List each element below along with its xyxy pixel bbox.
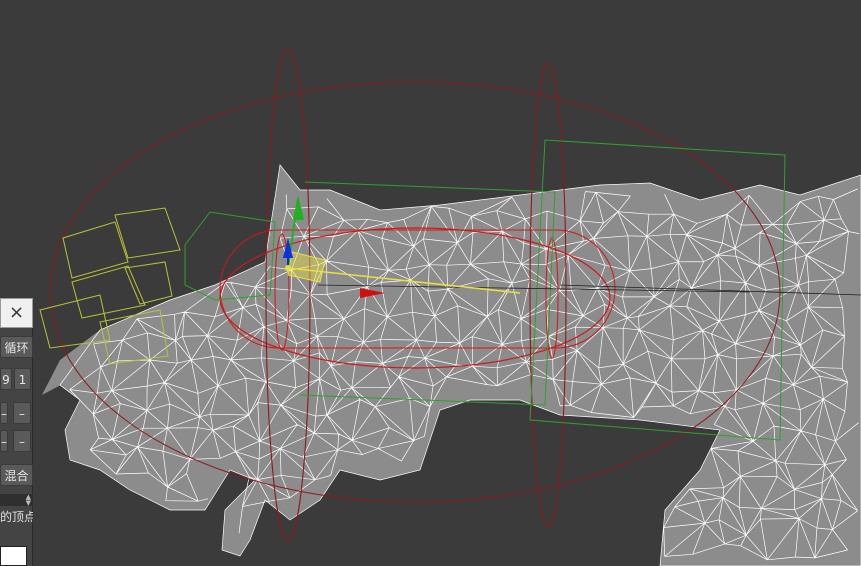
close-glyph: × — [8, 302, 25, 323]
viewport-3d[interactable] — [0, 0, 861, 566]
close-icon[interactable]: × — [0, 298, 33, 328]
blend-button[interactable]: 混合 — [0, 464, 33, 486]
minus-button-b2[interactable]: – — [13, 430, 31, 452]
finger-box-4[interactable] — [124, 261, 173, 305]
loop-button[interactable]: 循环 — [0, 336, 33, 358]
finger-box-1[interactable] — [62, 221, 129, 279]
minus-button-a2[interactable]: – — [13, 402, 31, 424]
spinner-value-b[interactable]: 1 — [14, 368, 31, 390]
spinner-value-a[interactable]: 9 — [0, 368, 12, 390]
minus-button-b1[interactable]: – — [0, 430, 8, 452]
gizmo-center[interactable] — [285, 265, 291, 271]
color-swatch[interactable] — [0, 546, 27, 566]
finger-box-3[interactable] — [71, 265, 146, 319]
spinner-arrows-icon[interactable]: ▲ ▼ — [26, 494, 31, 507]
viewport-canvas[interactable] — [0, 0, 861, 566]
minus-button-a1[interactable]: – — [0, 402, 8, 424]
hand-mesh[interactable] — [42, 164, 861, 566]
vertex-spinner[interactable]: ▲ ▼ — [0, 494, 33, 507]
vertex-label: 的顶点 — [0, 510, 33, 524]
